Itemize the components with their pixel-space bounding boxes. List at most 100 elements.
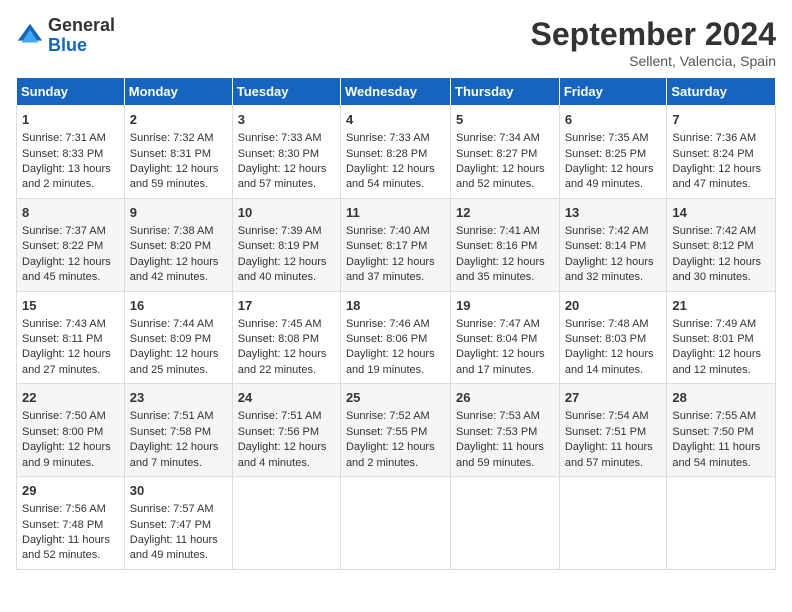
- day-number: 3: [238, 111, 335, 129]
- sunset-text: Sunset: 7:50 PM: [672, 426, 753, 438]
- day-number: 14: [672, 204, 770, 222]
- calendar-table: SundayMondayTuesdayWednesdayThursdayFrid…: [16, 77, 776, 570]
- daylight-text: Daylight: 12 hours and 19 minutes.: [346, 348, 435, 375]
- calendar-cell: 17 Sunrise: 7:45 AM Sunset: 8:08 PM Dayl…: [232, 291, 340, 384]
- sunrise-text: Sunrise: 7:46 AM: [346, 318, 430, 330]
- month-title: September 2024: [531, 16, 776, 53]
- calendar-cell: 9 Sunrise: 7:38 AM Sunset: 8:20 PM Dayli…: [124, 198, 232, 291]
- calendar-cell: [559, 477, 667, 570]
- daylight-text: Daylight: 12 hours and 32 minutes.: [565, 256, 654, 283]
- sunset-text: Sunset: 8:27 PM: [456, 148, 537, 160]
- sunrise-text: Sunrise: 7:49 AM: [672, 318, 756, 330]
- sunrise-text: Sunrise: 7:36 AM: [672, 132, 756, 144]
- daylight-text: Daylight: 12 hours and 35 minutes.: [456, 256, 545, 283]
- day-number: 18: [346, 297, 445, 315]
- day-of-week-header: Monday: [124, 78, 232, 106]
- daylight-text: Daylight: 12 hours and 2 minutes.: [346, 441, 435, 468]
- daylight-text: Daylight: 12 hours and 12 minutes.: [672, 348, 761, 375]
- title-block: September 2024 Sellent, Valencia, Spain: [531, 16, 776, 69]
- day-number: 6: [565, 111, 662, 129]
- sunset-text: Sunset: 8:01 PM: [672, 333, 753, 345]
- sunset-text: Sunset: 8:28 PM: [346, 148, 427, 160]
- calendar-body: 1 Sunrise: 7:31 AM Sunset: 8:33 PM Dayli…: [17, 106, 776, 570]
- sunrise-text: Sunrise: 7:38 AM: [130, 225, 214, 237]
- sunrise-text: Sunrise: 7:56 AM: [22, 503, 106, 515]
- day-number: 16: [130, 297, 227, 315]
- calendar-cell: 18 Sunrise: 7:46 AM Sunset: 8:06 PM Dayl…: [340, 291, 450, 384]
- sunset-text: Sunset: 8:09 PM: [130, 333, 211, 345]
- sunset-text: Sunset: 8:00 PM: [22, 426, 103, 438]
- calendar-cell: 28 Sunrise: 7:55 AM Sunset: 7:50 PM Dayl…: [667, 384, 776, 477]
- day-number: 10: [238, 204, 335, 222]
- sunset-text: Sunset: 7:56 PM: [238, 426, 319, 438]
- page-header: General Blue September 2024 Sellent, Val…: [16, 16, 776, 69]
- sunrise-text: Sunrise: 7:48 AM: [565, 318, 649, 330]
- sunrise-text: Sunrise: 7:54 AM: [565, 410, 649, 422]
- day-number: 30: [130, 482, 227, 500]
- calendar-cell: 12 Sunrise: 7:41 AM Sunset: 8:16 PM Dayl…: [451, 198, 560, 291]
- sunrise-text: Sunrise: 7:51 AM: [238, 410, 322, 422]
- calendar-cell: 25 Sunrise: 7:52 AM Sunset: 7:55 PM Dayl…: [340, 384, 450, 477]
- calendar-cell: 16 Sunrise: 7:44 AM Sunset: 8:09 PM Dayl…: [124, 291, 232, 384]
- calendar-cell: 13 Sunrise: 7:42 AM Sunset: 8:14 PM Dayl…: [559, 198, 667, 291]
- sunset-text: Sunset: 7:53 PM: [456, 426, 537, 438]
- sunset-text: Sunset: 8:11 PM: [22, 333, 103, 345]
- day-number: 17: [238, 297, 335, 315]
- calendar-cell: 30 Sunrise: 7:57 AM Sunset: 7:47 PM Dayl…: [124, 477, 232, 570]
- logo: General Blue: [16, 16, 115, 56]
- day-number: 4: [346, 111, 445, 129]
- calendar-cell: 27 Sunrise: 7:54 AM Sunset: 7:51 PM Dayl…: [559, 384, 667, 477]
- sunset-text: Sunset: 8:30 PM: [238, 148, 319, 160]
- day-of-week-header: Sunday: [17, 78, 125, 106]
- sunset-text: Sunset: 8:16 PM: [456, 240, 537, 252]
- calendar-cell: [451, 477, 560, 570]
- calendar-cell: 2 Sunrise: 7:32 AM Sunset: 8:31 PM Dayli…: [124, 106, 232, 199]
- calendar-cell: 29 Sunrise: 7:56 AM Sunset: 7:48 PM Dayl…: [17, 477, 125, 570]
- day-of-week-header: Tuesday: [232, 78, 340, 106]
- daylight-text: Daylight: 12 hours and 17 minutes.: [456, 348, 545, 375]
- daylight-text: Daylight: 12 hours and 49 minutes.: [565, 163, 654, 190]
- daylight-text: Daylight: 12 hours and 57 minutes.: [238, 163, 327, 190]
- calendar-cell: [667, 477, 776, 570]
- daylight-text: Daylight: 12 hours and 52 minutes.: [456, 163, 545, 190]
- calendar-cell: 11 Sunrise: 7:40 AM Sunset: 8:17 PM Dayl…: [340, 198, 450, 291]
- sunrise-text: Sunrise: 7:42 AM: [565, 225, 649, 237]
- logo-icon: [16, 22, 44, 50]
- day-number: 19: [456, 297, 554, 315]
- calendar-cell: 15 Sunrise: 7:43 AM Sunset: 8:11 PM Dayl…: [17, 291, 125, 384]
- sunset-text: Sunset: 8:04 PM: [456, 333, 537, 345]
- daylight-text: Daylight: 12 hours and 59 minutes.: [130, 163, 219, 190]
- daylight-text: Daylight: 12 hours and 14 minutes.: [565, 348, 654, 375]
- daylight-text: Daylight: 12 hours and 7 minutes.: [130, 441, 219, 468]
- day-number: 24: [238, 389, 335, 407]
- calendar-cell: 22 Sunrise: 7:50 AM Sunset: 8:00 PM Dayl…: [17, 384, 125, 477]
- day-number: 22: [22, 389, 119, 407]
- calendar-cell: 8 Sunrise: 7:37 AM Sunset: 8:22 PM Dayli…: [17, 198, 125, 291]
- sunset-text: Sunset: 8:03 PM: [565, 333, 646, 345]
- sunrise-text: Sunrise: 7:40 AM: [346, 225, 430, 237]
- calendar-cell: [340, 477, 450, 570]
- sunset-text: Sunset: 8:22 PM: [22, 240, 103, 252]
- sunrise-text: Sunrise: 7:51 AM: [130, 410, 214, 422]
- calendar-cell: 14 Sunrise: 7:42 AM Sunset: 8:12 PM Dayl…: [667, 198, 776, 291]
- daylight-text: Daylight: 12 hours and 9 minutes.: [22, 441, 111, 468]
- calendar-cell: 10 Sunrise: 7:39 AM Sunset: 8:19 PM Dayl…: [232, 198, 340, 291]
- sunset-text: Sunset: 8:08 PM: [238, 333, 319, 345]
- sunrise-text: Sunrise: 7:32 AM: [130, 132, 214, 144]
- day-number: 28: [672, 389, 770, 407]
- sunrise-text: Sunrise: 7:55 AM: [672, 410, 756, 422]
- day-number: 20: [565, 297, 662, 315]
- sunrise-text: Sunrise: 7:47 AM: [456, 318, 540, 330]
- day-of-week-header: Saturday: [667, 78, 776, 106]
- sunset-text: Sunset: 8:25 PM: [565, 148, 646, 160]
- daylight-text: Daylight: 11 hours and 52 minutes.: [22, 534, 110, 561]
- sunset-text: Sunset: 7:48 PM: [22, 519, 103, 531]
- sunrise-text: Sunrise: 7:37 AM: [22, 225, 106, 237]
- sunset-text: Sunset: 7:55 PM: [346, 426, 427, 438]
- daylight-text: Daylight: 12 hours and 40 minutes.: [238, 256, 327, 283]
- sunrise-text: Sunrise: 7:34 AM: [456, 132, 540, 144]
- calendar-week-row: 15 Sunrise: 7:43 AM Sunset: 8:11 PM Dayl…: [17, 291, 776, 384]
- sunrise-text: Sunrise: 7:52 AM: [346, 410, 430, 422]
- calendar-cell: 3 Sunrise: 7:33 AM Sunset: 8:30 PM Dayli…: [232, 106, 340, 199]
- calendar-cell: 7 Sunrise: 7:36 AM Sunset: 8:24 PM Dayli…: [667, 106, 776, 199]
